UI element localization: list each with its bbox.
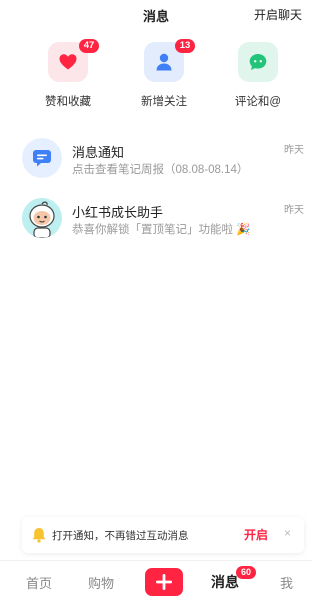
tab-me[interactable]: 我: [280, 573, 293, 592]
followers-tile: 13: [144, 39, 195, 82]
bottom-tab-bar: 首页 购物 消息 60 我: [0, 560, 312, 608]
followers-badge: 13: [175, 39, 195, 53]
message-title: 小红书成长助手: [72, 205, 164, 220]
message-list: 消息通知 点击查看笔记周报（08.08-08.14） 昨天 小红书成长助手 恭喜…: [0, 136, 312, 254]
assistant-face-icon: [22, 198, 62, 238]
likes-and-favorites-entry[interactable]: 47 赞和收藏: [28, 39, 108, 109]
top-header: 消息 开启聊天: [0, 0, 312, 28]
new-followers-entry[interactable]: 13 新增关注: [124, 39, 204, 109]
likes-tile: 47: [48, 39, 99, 82]
enable-notification-button[interactable]: 开启: [244, 526, 268, 543]
publish-button[interactable]: [145, 568, 183, 596]
message-preview: 恭喜你解锁「置顶笔记」功能啦 🎉: [72, 224, 251, 236]
comment-icon: [249, 54, 267, 70]
enable-notification-banner: 打开通知，不再错过互动消息 开启 ×: [22, 517, 304, 553]
notification-avatar: [22, 138, 62, 178]
message-preview: 点击查看笔记周报（08.08-08.14）: [72, 164, 249, 176]
bell-icon: [32, 528, 46, 543]
message-time: 昨天: [284, 205, 304, 216]
tab-home[interactable]: 首页: [26, 573, 52, 592]
message-time: 昨天: [284, 145, 304, 156]
tab-shop[interactable]: 购物: [88, 573, 114, 592]
heart-icon: [59, 54, 77, 70]
tab-messages[interactable]: 消息: [211, 572, 239, 592]
comments-label: 评论和@: [234, 96, 282, 108]
messages-badge: 60: [236, 566, 256, 579]
comments-and-mentions-entry[interactable]: 评论和@: [218, 42, 298, 109]
likes-badge: 47: [79, 39, 99, 53]
quick-actions: 47 赞和收藏 13 新增关注 评论和@: [0, 39, 312, 112]
close-icon[interactable]: ×: [284, 526, 291, 540]
likes-label: 赞和收藏: [45, 96, 91, 108]
assistant-avatar: [22, 198, 62, 238]
followers-label: 新增关注: [141, 96, 187, 108]
plus-icon: [156, 574, 172, 590]
notification-prompt-text: 打开通知，不再错过互动消息: [52, 530, 189, 542]
comments-tile: [238, 42, 278, 82]
message-title: 消息通知: [72, 145, 125, 160]
list-item[interactable]: 消息通知 点击查看笔记周报（08.08-08.14） 昨天: [0, 136, 312, 194]
notification-icon: [33, 150, 51, 167]
person-icon: [156, 53, 172, 71]
start-chat-button[interactable]: 开启聊天: [254, 6, 302, 23]
list-item[interactable]: 小红书成长助手 恭喜你解锁「置顶笔记」功能啦 🎉 昨天: [0, 196, 312, 254]
